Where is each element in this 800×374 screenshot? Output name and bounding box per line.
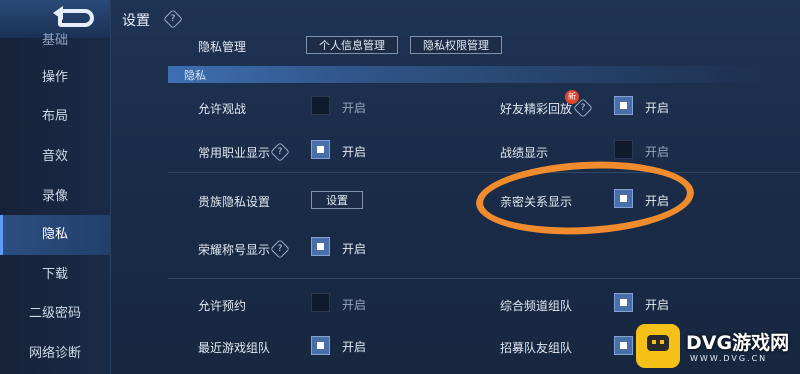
friend-highlights-checkbox[interactable] xyxy=(614,96,633,115)
record-display-option: 开启 xyxy=(645,145,670,159)
common-role-label: 常用职业显示 xyxy=(198,146,271,160)
noble-privacy-label: 贵族隐私设置 xyxy=(198,195,271,209)
sidebar: 基础 操作 布局 音效 录像 隐私 下载 二级密码 网络诊断 xyxy=(0,0,111,374)
personal-info-manage-button[interactable]: 个人信息管理 xyxy=(306,36,398,54)
allow-reservation-label: 允许预约 xyxy=(198,299,247,313)
friend-highlights-label: 好友精彩回放 xyxy=(500,102,573,116)
page-title: 设置 xyxy=(122,13,150,29)
allow-spectate-checkbox[interactable] xyxy=(311,96,330,115)
section-header-privacy: 隐私 xyxy=(168,66,768,83)
section-title: 隐私 xyxy=(184,69,206,82)
watermark-url: WWW.DVG.CN xyxy=(690,354,768,363)
orange-highlight-circle xyxy=(474,156,696,240)
back-arrow-icon xyxy=(53,6,94,27)
record-display-checkbox[interactable] xyxy=(614,140,633,159)
watermark-brand: DVG游戏网 xyxy=(686,332,790,354)
sidebar-item-privacy[interactable]: 隐私 xyxy=(0,215,110,255)
common-role-help-icon[interactable]: ? xyxy=(270,142,290,162)
friend-highlights-help-icon[interactable]: ? xyxy=(573,98,593,118)
allow-spectate-label: 允许观战 xyxy=(198,102,247,116)
sidebar-item-replay[interactable]: 录像 xyxy=(0,177,110,217)
privacy-permission-manage-button[interactable]: 隐私权限管理 xyxy=(410,36,502,54)
channel-team-checkbox[interactable] xyxy=(614,293,633,312)
sidebar-item-sound[interactable]: 音效 xyxy=(0,137,110,177)
sidebar-item-controls[interactable]: 操作 xyxy=(0,58,110,98)
common-role-option: 开启 xyxy=(342,145,367,159)
watermark: DVG游戏网 WWW.DVG.CN xyxy=(630,318,798,372)
noble-privacy-settings-button[interactable]: 设置 xyxy=(311,191,363,209)
sidebar-item-layout[interactable]: 布局 xyxy=(0,97,110,137)
honor-title-checkbox[interactable] xyxy=(311,237,330,256)
privacy-manage-label: 隐私管理 xyxy=(198,40,247,54)
sidebar-item-second-password[interactable]: 二级密码 xyxy=(0,294,110,334)
header: 设置 ? xyxy=(110,0,800,38)
allow-reservation-option: 开启 xyxy=(342,298,367,312)
game-settings-screen: 基础 操作 布局 音效 录像 隐私 下载 二级密码 网络诊断 设置 ? 隐私管理… xyxy=(0,0,800,374)
common-role-checkbox[interactable] xyxy=(311,140,330,159)
sidebar-item-network-diagnosis[interactable]: 网络诊断 xyxy=(0,334,110,374)
help-icon[interactable]: ? xyxy=(163,9,183,29)
friend-highlights-option: 开启 xyxy=(645,101,670,115)
sidebar-item-basic[interactable]: 基础 xyxy=(0,26,110,46)
recent-game-team-option: 开启 xyxy=(342,340,367,354)
allow-reservation-checkbox[interactable] xyxy=(311,293,330,312)
honor-title-label: 荣耀称号显示 xyxy=(198,243,271,257)
divider xyxy=(168,278,800,279)
honor-title-option: 开启 xyxy=(342,242,367,256)
sidebar-item-download[interactable]: 下载 xyxy=(0,255,110,295)
divider xyxy=(168,172,800,173)
channel-team-option: 开启 xyxy=(645,298,670,312)
gamepad-logo-icon xyxy=(636,324,680,368)
allow-spectate-option: 开启 xyxy=(342,101,367,115)
tribe-team-label: 招募队友组队 xyxy=(500,341,573,355)
honor-title-help-icon[interactable]: ? xyxy=(270,239,290,259)
recent-game-team-checkbox[interactable] xyxy=(311,336,330,355)
recent-game-team-label: 最近游戏组队 xyxy=(198,341,271,355)
record-display-label: 战绩显示 xyxy=(500,146,549,160)
channel-team-label: 综合频道组队 xyxy=(500,299,573,313)
